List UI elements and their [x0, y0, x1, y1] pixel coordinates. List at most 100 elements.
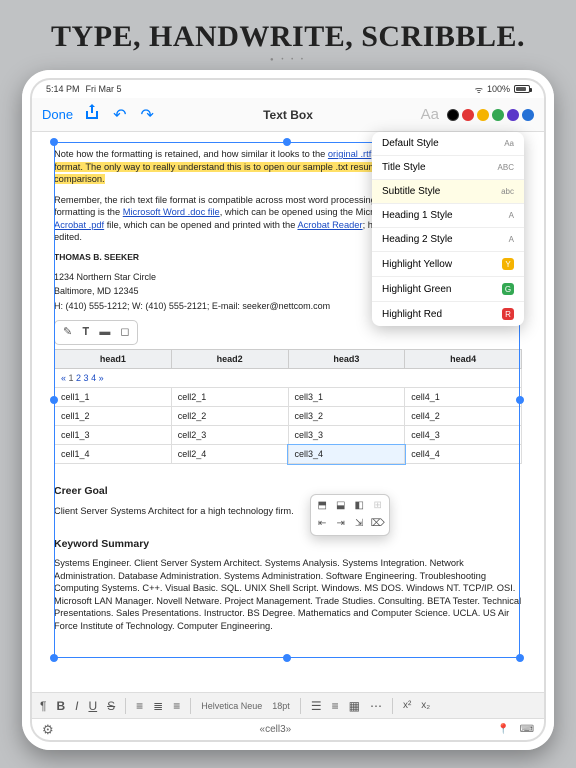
- table-cell[interactable]: cell1_3: [55, 426, 172, 445]
- table-cell[interactable]: cell2_3: [171, 426, 288, 445]
- style-menu-item[interactable]: Title StyleABC: [372, 156, 524, 180]
- list-bullet-icon[interactable]: ☰: [311, 699, 322, 713]
- format-toolbar: ¶ B I U S ≡ ≣ ≡ Helvetica Neue 18pt ☰ ≡ …: [32, 692, 544, 718]
- insert-row-below-icon[interactable]: ⬓: [334, 499, 349, 513]
- delete-row-icon[interactable]: ⇤: [315, 517, 330, 531]
- pager-page[interactable]: 3: [84, 373, 92, 383]
- pager-page[interactable]: 4: [91, 373, 99, 383]
- selection-handle[interactable]: [283, 138, 291, 146]
- pager-page[interactable]: 1: [69, 373, 77, 383]
- table-header[interactable]: head3: [288, 349, 405, 368]
- color-swatch[interactable]: [477, 109, 489, 121]
- wifi-icon: ᯤ: [475, 83, 483, 96]
- align-right-icon[interactable]: ≡: [173, 699, 180, 713]
- list-number-icon[interactable]: ≡: [332, 699, 339, 713]
- delete-icon[interactable]: ⌦: [371, 517, 386, 531]
- table-cell[interactable]: cell2_2: [171, 406, 288, 425]
- table-cell[interactable]: cell4_3: [405, 426, 522, 445]
- minus-icon[interactable]: ▬: [99, 325, 110, 340]
- italic-icon[interactable]: I: [75, 699, 78, 713]
- color-swatch[interactable]: [462, 109, 474, 121]
- merge-icon[interactable]: ⊞: [371, 499, 386, 513]
- type-icon[interactable]: 𝐓: [82, 325, 89, 340]
- heading-keyword[interactable]: Keyword Summary: [54, 537, 522, 551]
- align-center-icon[interactable]: ≣: [153, 699, 163, 713]
- table-cell[interactable]: cell1_4: [55, 445, 172, 464]
- table-toolbar: ✎ 𝐓 ▬ ◻: [54, 320, 138, 345]
- table-cell[interactable]: cell2_4: [171, 445, 288, 464]
- insert-row-above-icon[interactable]: ⬒: [315, 499, 330, 513]
- pager-page[interactable]: 2: [76, 373, 84, 383]
- style-menu-item[interactable]: Highlight YellowY: [372, 252, 524, 277]
- table-cell[interactable]: cell1_2: [55, 406, 172, 425]
- footer-bar: ⚙ «cell3» 📍 ⌨: [32, 718, 544, 740]
- table-cell[interactable]: cell4_4: [405, 445, 522, 464]
- bold-icon[interactable]: B: [56, 699, 65, 713]
- text-style-icon[interactable]: Aa: [421, 106, 439, 123]
- table-icon[interactable]: ▦: [349, 699, 360, 713]
- table-cell[interactable]: cell4_2: [405, 406, 522, 425]
- selection-handle[interactable]: [50, 138, 58, 146]
- table-row: cell1_1cell2_1cell3_1cell4_1: [55, 387, 522, 406]
- data-table[interactable]: head1head2head3head4 « 1 2 3 4 » cell1_1…: [54, 349, 522, 465]
- table-cell[interactable]: cell3_1: [288, 387, 405, 406]
- table-header[interactable]: head1: [55, 349, 172, 368]
- table-cell[interactable]: cell1_1: [55, 387, 172, 406]
- style-menu-item[interactable]: Default StyleAa: [372, 132, 524, 156]
- style-menu-item[interactable]: Heading 2 StyleA: [372, 228, 524, 252]
- color-swatch[interactable]: [492, 109, 504, 121]
- superscript-icon[interactable]: x²: [403, 700, 411, 711]
- table-cell[interactable]: cell3_2: [288, 406, 405, 425]
- link-original[interactable]: original .rtf: [328, 149, 371, 159]
- table-cell[interactable]: cell2_1: [171, 387, 288, 406]
- share-icon[interactable]: [85, 104, 99, 125]
- done-button[interactable]: Done: [42, 107, 73, 122]
- heading-goal[interactable]: Creer Goal: [54, 484, 522, 498]
- cell-context-menu[interactable]: ⬒ ⬓ ◧ ⊞ ⇤ ⇥ ⇲ ⌦: [310, 494, 390, 536]
- link-docfile[interactable]: Microsoft Word .doc file: [123, 207, 220, 217]
- paragraph-icon[interactable]: ¶: [40, 699, 46, 713]
- style-menu-item[interactable]: Heading 1 StyleA: [372, 204, 524, 228]
- color-swatch[interactable]: [507, 109, 519, 121]
- edit-icon[interactable]: ✎: [63, 325, 72, 340]
- insert-col-left-icon[interactable]: ◧: [352, 499, 367, 513]
- more-icon[interactable]: ⋯: [370, 699, 382, 713]
- table-cell[interactable]: cell3_3: [288, 426, 405, 445]
- keyword-text[interactable]: Systems Engineer. Client Server System A…: [54, 557, 522, 632]
- style-menu-item[interactable]: Subtitle Styleabc: [372, 180, 524, 204]
- selection-handle[interactable]: [516, 654, 524, 662]
- square-icon[interactable]: ◻: [120, 325, 129, 340]
- goal-text[interactable]: Client Server Systems Architect for a hi…: [54, 505, 522, 518]
- status-bar: 5:14 PM Fri Mar 5 ᯤ 100%: [32, 80, 544, 98]
- font-name[interactable]: Helvetica Neue: [201, 701, 262, 711]
- table-header[interactable]: head2: [171, 349, 288, 368]
- table-pager[interactable]: « 1 2 3 4 »: [55, 368, 522, 387]
- gear-icon[interactable]: ⚙: [42, 722, 54, 738]
- table-row: cell1_2cell2_2cell3_2cell4_2: [55, 406, 522, 425]
- color-swatches: [447, 109, 534, 121]
- link-reader[interactable]: Acrobat Reader: [297, 220, 362, 230]
- styles-menu[interactable]: Default StyleAaTitle StyleABCSubtitle St…: [372, 132, 524, 326]
- redo-icon[interactable]: ↷: [140, 105, 153, 125]
- table-header[interactable]: head4: [405, 349, 522, 368]
- undo-icon[interactable]: ↶: [113, 105, 126, 125]
- subscript-icon[interactable]: x₂: [421, 700, 430, 711]
- style-menu-item[interactable]: Highlight RedR: [372, 302, 524, 326]
- strike-icon[interactable]: S: [107, 699, 115, 713]
- table-cell[interactable]: cell4_1: [405, 387, 522, 406]
- breadcrumb[interactable]: «cell3»: [260, 724, 292, 735]
- table-cell[interactable]: cell3_4: [288, 445, 405, 464]
- selection-handle[interactable]: [283, 654, 291, 662]
- pin-icon[interactable]: 📍: [497, 724, 509, 735]
- tablet-camera-dots: ● • • •: [270, 57, 306, 63]
- delete-col-icon[interactable]: ⇥: [334, 517, 349, 531]
- font-size[interactable]: 18pt: [272, 701, 290, 711]
- underline-icon[interactable]: U: [88, 699, 97, 713]
- keyboard-icon[interactable]: ⌨: [520, 724, 534, 735]
- color-swatch[interactable]: [522, 109, 534, 121]
- move-icon[interactable]: ⇲: [352, 517, 367, 531]
- align-left-icon[interactable]: ≡: [136, 699, 143, 713]
- style-menu-item[interactable]: Highlight GreenG: [372, 277, 524, 302]
- selection-handle[interactable]: [50, 654, 58, 662]
- color-swatch[interactable]: [447, 109, 459, 121]
